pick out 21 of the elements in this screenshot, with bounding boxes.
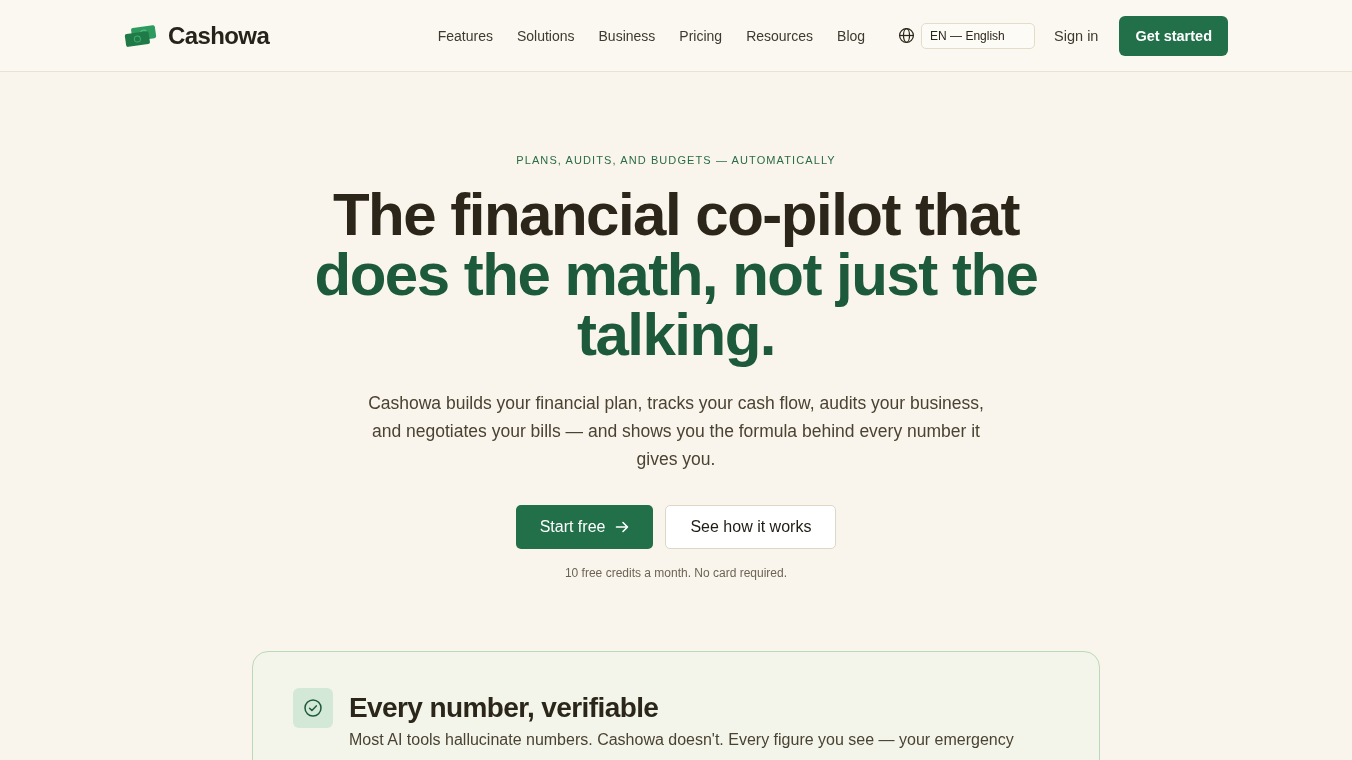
nav-link[interactable]: Resources [746, 27, 814, 44]
globe-icon [898, 27, 916, 44]
card-description: Most AI tools hallucinate numbers. Cashowa doesn't. Every figure you see — your emergency [349, 730, 1015, 750]
banknotes-logo-icon [124, 24, 158, 47]
brand-name: Cashowa [168, 21, 270, 50]
sign-in-link[interactable]: Sign in [1054, 27, 1099, 44]
credits-note: 10 free credits a month. No card required. [564, 565, 788, 581]
language-select[interactable]: EN — English [921, 22, 1036, 49]
nav-link[interactable]: Features [437, 27, 493, 44]
nav-link[interactable]: Solutions [516, 27, 575, 44]
nav-link[interactable]: Blog [837, 27, 866, 44]
start-button[interactable]: Start free [515, 505, 654, 549]
hero-description: Cashowa builds your financial plan, tracks your cash flow, audits your business, and negotiates your bills — and shows you the formula behind every number it gives you. [367, 392, 985, 471]
nav-link[interactable]: Business [598, 27, 656, 44]
eyebrow-text: PLANS, AUDITS, AND BUDGETS — AUTOMATICALLY [516, 153, 836, 168]
nav-link[interactable]: Pricing [679, 27, 723, 44]
hero-heading: The financial co-pilot that does the math, not just the talking. [313, 185, 1039, 365]
get-started-button[interactable]: Get started [1119, 15, 1228, 56]
card-heading: Every number, verifiable [349, 691, 660, 725]
arrow-right-icon [615, 520, 630, 534]
see-how-button[interactable]: See how it works [665, 505, 837, 549]
